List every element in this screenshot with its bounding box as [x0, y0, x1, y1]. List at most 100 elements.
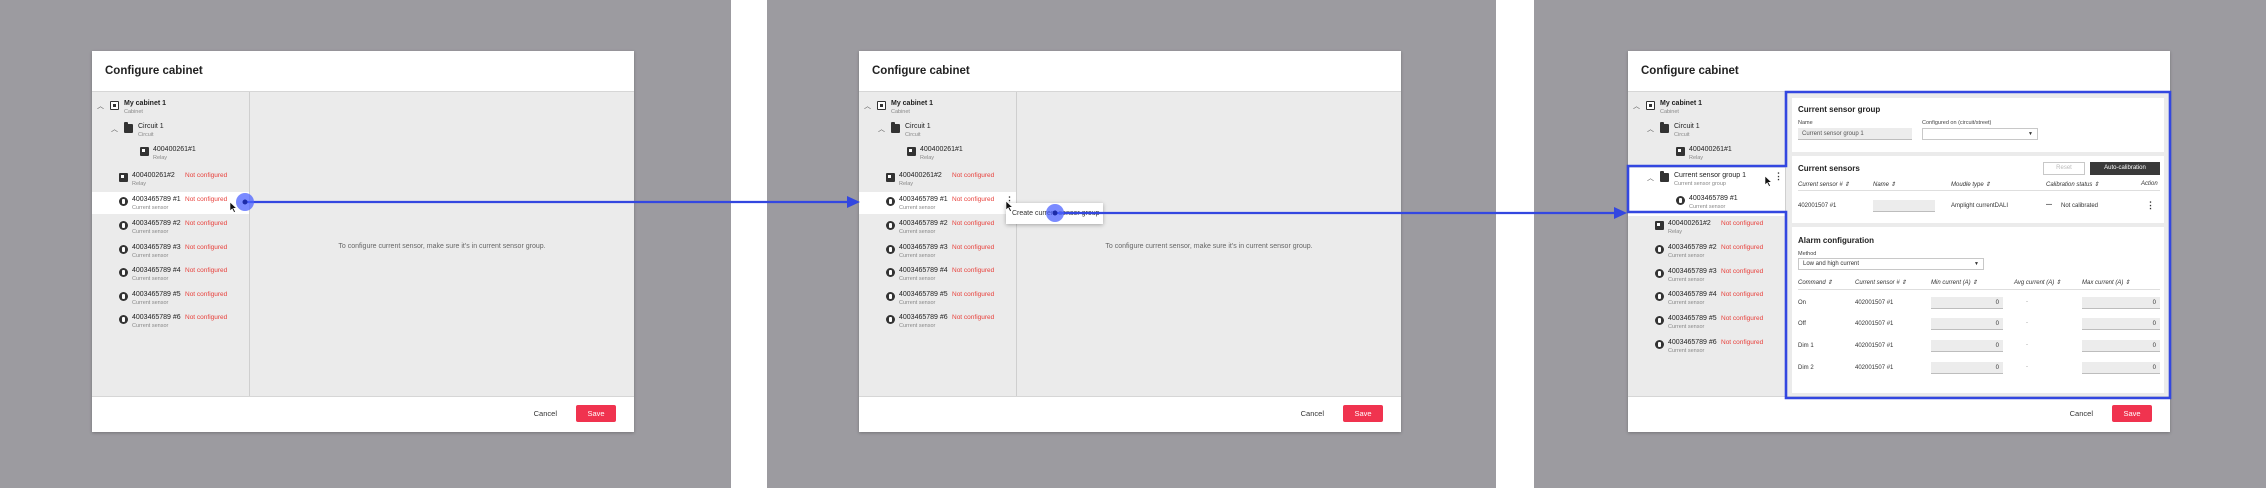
sensor-name-input[interactable] [1873, 200, 1935, 212]
max-current-input[interactable]: 0 [2082, 318, 2160, 330]
tree-node-sensor-1[interactable]: 4003465789 #1 Not configured Current sen… [886, 195, 1014, 217]
tree-node-sensor-1[interactable]: 4003465789 #1 Not configured Current sen… [119, 195, 247, 217]
tree-node-sensor-5[interactable]: 4003465789 #5 Not configured Current sen… [1655, 314, 1783, 336]
dialog-title: Configure cabinet [105, 65, 203, 77]
chevron-up-icon[interactable]: ︿ [1647, 124, 1654, 134]
col-avg-header[interactable]: Avg current (A) ⇕ [2014, 279, 2061, 286]
relay-icon [886, 173, 895, 182]
dialog-title: Configure cabinet [1641, 65, 1739, 77]
min-current-input[interactable]: 0 [1931, 340, 2003, 352]
min-current-input[interactable]: 0 [1931, 297, 2003, 309]
group-name-input[interactable]: Current sensor group 1 [1798, 128, 1912, 140]
current-sensor-icon [119, 221, 128, 230]
folder-icon [124, 122, 133, 133]
col-min-header[interactable]: Min current (A) ⇕ [1931, 279, 1977, 286]
max-current-input[interactable]: 0 [2082, 297, 2160, 309]
tree-node-relay-1[interactable]: 400400261#1 Relay [1676, 145, 1781, 167]
tree-node-cabinet[interactable]: ︿ My cabinet 1 Cabinet [97, 99, 247, 121]
avg-current-cell: - [2026, 320, 2028, 326]
tree-node-sensor-5[interactable]: 4003465789 #5 Not configured Current sen… [119, 290, 247, 312]
more-vertical-icon[interactable]: ⋮ [1774, 172, 1783, 181]
col-command-header[interactable]: Command ⇕ [1798, 279, 1832, 286]
current-sensor-icon [119, 315, 128, 324]
current-sensor-icon [119, 268, 128, 277]
chevron-up-icon[interactable]: ︿ [864, 101, 871, 111]
tree-node-sensor-1[interactable]: 4003465789 #1 Current sensor [1676, 194, 1781, 216]
tree-node-sensor-6[interactable]: 4003465789 #6 Not configured Current sen… [886, 313, 1014, 335]
tree-node-sensor-6[interactable]: 4003465789 #6 Not configured Current sen… [119, 313, 247, 335]
current-sensor-icon [119, 245, 128, 254]
current-sensor-icon [886, 197, 895, 206]
cancel-button[interactable]: Cancel [534, 409, 557, 418]
command-cell: On [1798, 300, 1807, 306]
tree-node-sensor-2[interactable]: 4003465789 #2 Not configured Current sen… [1655, 243, 1783, 265]
tree-node-circuit[interactable]: ︿ Circuit 1 Circuit [1647, 122, 1782, 144]
tree-node-sensor-3[interactable]: 4003465789 #3 Not configured Current sen… [886, 243, 1014, 265]
cabinet-icon [877, 101, 886, 110]
command-cell: Dim 1 [1798, 343, 1814, 349]
min-current-input[interactable]: 0 [1931, 362, 2003, 374]
tree-node-sensor-4[interactable]: 4003465789 #4 Not configured Current sen… [119, 266, 247, 288]
context-menu-item-create-group[interactable]: Create current sensor group [1012, 210, 1100, 217]
auto-calibration-button[interactable]: Auto-calibration [2090, 162, 2160, 175]
tree-node-sensor-6[interactable]: 4003465789 #6 Not configured Current sen… [1655, 338, 1783, 360]
cabinet-tree: ︿ My cabinet 1 Cabinet ︿ Circuit 1 Circu… [859, 92, 1017, 396]
tree-node-relay-2[interactable]: 400400261#2 Not configured Relay [886, 171, 1014, 193]
chevron-up-icon[interactable]: ︿ [878, 124, 885, 134]
context-menu: Create current sensor group [1006, 203, 1103, 224]
col-module-header[interactable]: Moudle type ⇕ [1951, 181, 1990, 188]
col-name-header[interactable]: Name ⇕ [1873, 181, 1896, 188]
tree-node-sensor-5[interactable]: 4003465789 #5 Not configured Current sen… [886, 290, 1014, 312]
tree-node-sensor-4[interactable]: 4003465789 #4 Not configured Current sen… [886, 266, 1014, 288]
sensor-cell: 402001507 #1 [1855, 365, 1894, 371]
chevron-up-icon[interactable]: ︿ [97, 101, 104, 111]
save-button[interactable]: Save [576, 405, 616, 422]
current-sensor-icon [1655, 292, 1664, 301]
tree-node-relay-1[interactable]: 400400261#1 Relay [907, 145, 1012, 167]
col-max-header[interactable]: Max current (A) ⇕ [2082, 279, 2130, 286]
col-sensor-header[interactable]: Current sensor # ⇕ [1855, 279, 1906, 286]
name-label: Name [1798, 120, 1813, 126]
cancel-button[interactable]: Cancel [1301, 409, 1324, 418]
relay-icon [907, 147, 916, 156]
more-vertical-icon[interactable]: ⋮ [2146, 201, 2155, 210]
calibration-status-cell: Not calibrated [2061, 203, 2099, 209]
tree-node-relay-2[interactable]: 400400261#2 Not configured Relay [1655, 219, 1783, 241]
max-current-input[interactable]: 0 [2082, 362, 2160, 374]
sensors-panel-title: Current sensors [1798, 164, 1860, 173]
tree-node-sensor-3[interactable]: 4003465789 #3 Not configured Current sen… [119, 243, 247, 265]
chevron-up-icon[interactable]: ︿ [1633, 101, 1640, 111]
current-sensor-icon [1655, 340, 1664, 349]
method-select[interactable]: Low and high current ▼ [1798, 258, 1984, 270]
tree-node-relay-2[interactable]: 400400261#2 Not configured Relay [119, 171, 247, 193]
avg-current-cell: - [2026, 364, 2028, 370]
col-calibration-header[interactable]: Calibration status ⇕ [2046, 181, 2099, 188]
tree-node-circuit[interactable]: ︿ Circuit 1 Circuit [878, 122, 1013, 144]
cancel-button[interactable]: Cancel [2070, 409, 2093, 418]
caret-down-icon: ▼ [2028, 131, 2033, 137]
table-divider [1798, 190, 2160, 191]
tree-node-sensor-4[interactable]: 4003465789 #4 Not configured Current sen… [1655, 290, 1783, 312]
col-sensor-header[interactable]: Current sensor # ⇕ [1798, 181, 1849, 188]
tree-node-relay-1[interactable]: 400400261#1 Relay [140, 145, 245, 167]
min-current-input[interactable]: 0 [1931, 318, 2003, 330]
tree-node-cabinet[interactable]: ︿ My cabinet 1 Cabinet [864, 99, 1014, 121]
tree-node-circuit[interactable]: ︿ Circuit 1 Circuit [111, 122, 246, 144]
tree-node-sensor-2[interactable]: 4003465789 #2 Not configured Current sen… [886, 219, 1014, 241]
configured-on-select[interactable]: ▼ [1922, 128, 2038, 140]
sensor-cell: 402001507 #1 [1855, 300, 1894, 306]
max-current-input[interactable]: 0 [2082, 340, 2160, 352]
dialog-footer: Cancel Save [859, 397, 1401, 432]
configured-on-label: Configured on (circuit/street) [1922, 120, 1992, 126]
tree-node-sensor-2[interactable]: 4003465789 #2 Not configured Current sen… [119, 219, 247, 241]
group-panel-title: Current sensor group [1798, 105, 1881, 114]
current-sensor-icon [1655, 316, 1664, 325]
chevron-up-icon[interactable]: ︿ [111, 124, 118, 134]
reset-button[interactable]: Reset [2043, 162, 2085, 175]
save-button[interactable]: Save [2112, 405, 2152, 422]
tree-node-cabinet[interactable]: ︿ My cabinet 1 Cabinet [1633, 99, 1783, 121]
tree-node-sensor-group[interactable]: ︿ Current sensor group 1 Current sensor … [1647, 171, 1782, 193]
tree-node-sensor-3[interactable]: 4003465789 #3 Not configured Current sen… [1655, 267, 1783, 289]
save-button[interactable]: Save [1343, 405, 1383, 422]
chevron-up-icon[interactable]: ︿ [1647, 173, 1654, 183]
